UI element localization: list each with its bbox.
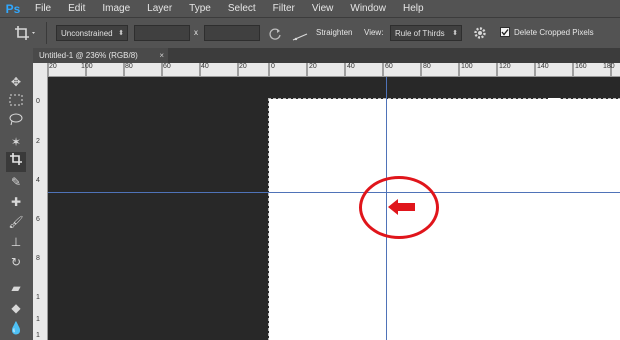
gear-icon[interactable] [472, 25, 488, 41]
document-tab-title: Untitled-1 @ 236% (RGB/8) [39, 51, 138, 60]
ruler-top-label: 160 [575, 63, 587, 70]
crop-icon[interactable] [6, 152, 26, 172]
reset-icon[interactable] [268, 26, 282, 40]
ruler-top-label: 80 [423, 63, 431, 70]
dimension-separator: x [194, 28, 198, 37]
history-brush-icon[interactable]: ↻ [6, 252, 26, 272]
menu-file[interactable]: File [26, 0, 59, 17]
menu-window[interactable]: Window [341, 0, 394, 17]
straighten-icon[interactable] [291, 27, 309, 41]
delete-cropped-label[interactable]: Delete Cropped Pixels [514, 28, 594, 37]
ruler-left-label: 1 [36, 294, 40, 301]
crop-tool-preset-icon[interactable] [14, 25, 36, 41]
photoshop-logo: Ps [5, 1, 21, 16]
ruler-top[interactable]: 20 100 80 60 40 20 0 20 40 60 80 100 120… [47, 63, 620, 77]
ruler-top-label: 100 [81, 63, 93, 70]
brush-icon[interactable]: 🖌 [6, 212, 26, 232]
ruler-top-label: 140 [537, 63, 549, 70]
eyedropper-icon[interactable]: ✎ [6, 172, 26, 192]
ratio-select-value: Unconstrained [61, 29, 113, 38]
straighten-label[interactable]: Straighten [316, 28, 352, 37]
ruler-left-label: 1 [36, 332, 40, 339]
options-bar: Unconstrained ⬍ x Straighten View: Rule … [0, 17, 620, 49]
menu-view[interactable]: View [303, 0, 342, 17]
width-input[interactable] [134, 25, 190, 41]
ruler-top-label: 120 [499, 63, 511, 70]
document-tab[interactable]: Untitled-1 @ 236% (RGB/8) × [33, 48, 168, 63]
ruler-top-label: 20 [309, 63, 317, 70]
document-canvas[interactable] [268, 98, 620, 340]
close-icon[interactable]: × [159, 48, 164, 63]
chevron-updown-icon: ⬍ [452, 30, 458, 37]
chevron-updown-icon: ⬍ [118, 30, 124, 37]
ruler-top-label: 40 [201, 63, 209, 70]
ruler-left[interactable]: 0 2 4 6 8 1 1 1 [33, 76, 48, 340]
marquee-icon[interactable] [6, 92, 26, 112]
menu-filter[interactable]: Filter [264, 0, 303, 17]
ruler-corner[interactable] [33, 63, 47, 76]
ratio-select[interactable]: Unconstrained ⬍ [56, 25, 128, 41]
ruler-top-label: 60 [385, 63, 393, 70]
menu-select[interactable]: Select [219, 0, 264, 17]
tools-panel: ✥ ✶ ✎ ✚ 🖌 ⊥ ↻ ▰ ◆ 💧 [0, 48, 34, 340]
ruler-top-label: 100 [461, 63, 473, 70]
healing-brush-icon[interactable]: ✚ [6, 192, 26, 212]
menu-image[interactable]: Image [93, 0, 138, 17]
menu-help[interactable]: Help [394, 0, 432, 17]
ruler-top-label: 180 [603, 63, 615, 70]
view-label: View: [364, 28, 384, 37]
view-select-value: Rule of Thirds [395, 29, 445, 38]
ruler-left-label: 4 [36, 177, 40, 184]
crop-handle-top-left[interactable] [269, 99, 279, 109]
ruler-top-label: 20 [49, 63, 57, 70]
paint-bucket-icon[interactable]: ◆ [6, 298, 26, 318]
ruler-left-label: 0 [36, 98, 40, 105]
clone-stamp-icon[interactable]: ⊥ [6, 232, 26, 252]
lasso-icon[interactable] [6, 112, 26, 132]
view-select[interactable]: Rule of Thirds ⬍ [390, 25, 462, 41]
menu-type[interactable]: Type [180, 0, 219, 17]
ruler-left-label: 8 [36, 255, 40, 262]
height-input[interactable] [204, 25, 260, 41]
blur-icon[interactable]: 💧 [6, 318, 26, 338]
checkbox-icon[interactable] [500, 27, 510, 37]
ruler-left-label: 2 [36, 138, 40, 145]
horizontal-guide[interactable] [48, 192, 620, 193]
move-icon[interactable]: ✥ [6, 72, 26, 92]
ruler-top-label: 40 [347, 63, 355, 70]
ruler-top-label: 80 [125, 63, 133, 70]
options-divider [46, 22, 47, 44]
ruler-left-label: 6 [36, 216, 40, 223]
ruler-top-label: 20 [239, 63, 247, 70]
menu-bar: Ps File Edit Image Layer Type Select Fil… [0, 0, 620, 17]
menu-layer[interactable]: Layer [138, 0, 180, 17]
ruler-top-label: 60 [163, 63, 171, 70]
menu-edit[interactable]: Edit [59, 0, 93, 17]
eraser-icon[interactable]: ▰ [6, 278, 26, 298]
arrow-annotation-icon [387, 197, 417, 221]
crop-handle-top[interactable] [548, 98, 560, 101]
ruler-left-label: 1 [36, 316, 40, 323]
ruler-top-label: 0 [271, 63, 275, 70]
magic-wand-icon[interactable]: ✶ [6, 132, 26, 152]
document-tab-bar: Untitled-1 @ 236% (RGB/8) × [33, 48, 620, 63]
